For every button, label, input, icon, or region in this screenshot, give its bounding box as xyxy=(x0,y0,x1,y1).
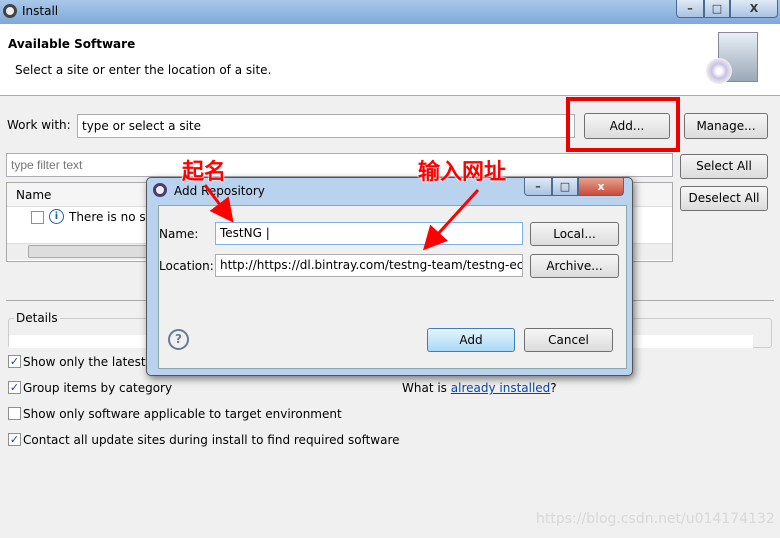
arrow-to-name xyxy=(203,184,234,223)
arrow-to-location xyxy=(422,188,480,251)
annotation-arrows xyxy=(203,184,480,251)
